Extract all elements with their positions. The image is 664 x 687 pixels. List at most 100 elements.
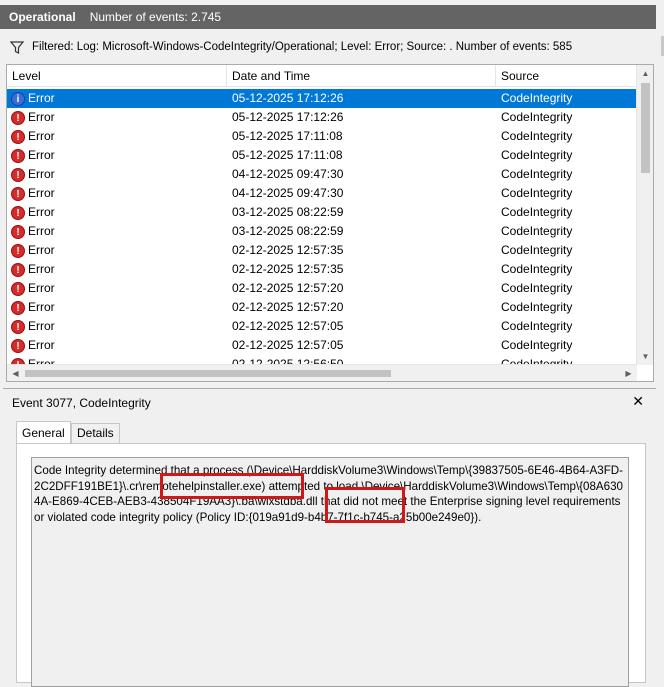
scroll-down-icon[interactable]: ▼ [637, 348, 653, 365]
annotation-box-wixstdba [325, 487, 405, 523]
level-text: Error [28, 262, 55, 276]
level-text: Error [28, 91, 55, 105]
event-rows: i Error 05-12-2025 17:12:26 CodeIntegrity! E… [7, 89, 637, 365]
column-header-level[interactable]: Level [7, 65, 227, 87]
horizontal-scrollbar[interactable]: ◀ ▶ [7, 364, 637, 381]
error-icon: ! [11, 110, 25, 125]
log-title: Operational [9, 10, 76, 24]
date-cell: 03-12-2025 08:22:59 [232, 224, 344, 238]
source-cell: CodeIntegrity [501, 243, 573, 257]
date-cell: 05-12-2025 17:11:08 [232, 148, 343, 162]
date-cell: 05-12-2025 17:11:08 [232, 129, 343, 143]
source-cell: CodeIntegrity [501, 262, 573, 276]
level-text: Error [28, 281, 55, 295]
level-cell: ! Error [11, 184, 55, 203]
source-cell: CodeIntegrity [501, 319, 573, 333]
vertical-scrollbar[interactable]: ▲ ▼ [636, 65, 653, 365]
table-row[interactable]: ! Error 04-12-2025 09:47:30 CodeIntegrity [7, 165, 637, 184]
level-cell: ! Error [11, 241, 55, 260]
log-header-bar: Operational Number of events: 2.745 [0, 5, 656, 29]
column-header-source[interactable]: Source [496, 65, 635, 87]
info-icon: i [11, 91, 25, 106]
source-cell: CodeIntegrity [501, 205, 573, 219]
error-icon: ! [11, 129, 25, 144]
level-cell: ! Error [11, 127, 55, 146]
error-icon: ! [11, 167, 25, 182]
source-cell: CodeIntegrity [501, 110, 573, 124]
table-row[interactable]: ! Error 02-12-2025 12:57:35 CodeIntegrity [7, 260, 637, 279]
filter-icon [10, 40, 24, 54]
scroll-up-icon[interactable]: ▲ [637, 65, 653, 82]
level-text: Error [28, 243, 55, 257]
level-cell: ! Error [11, 146, 55, 165]
level-text: Error [28, 186, 55, 200]
table-row[interactable]: ! Error 02-12-2025 12:57:05 CodeIntegrity [7, 317, 637, 336]
date-cell: 02-12-2025 12:57:20 [232, 281, 344, 295]
table-row[interactable]: ! Error 05-12-2025 17:11:08 CodeIntegrity [7, 127, 637, 146]
table-row[interactable]: ! Error 03-12-2025 08:22:59 CodeIntegrity [7, 222, 637, 241]
error-icon: ! [11, 148, 25, 163]
event-count: Number of events: 2.745 [89, 10, 222, 24]
level-text: Error [28, 338, 55, 352]
close-icon[interactable]: ✕ [632, 393, 644, 410]
source-cell: CodeIntegrity [501, 300, 573, 314]
date-cell: 04-12-2025 09:47:30 [232, 186, 344, 200]
level-cell: ! Error [11, 260, 55, 279]
source-cell: CodeIntegrity [501, 338, 573, 352]
level-text: Error [28, 224, 55, 238]
source-cell: CodeIntegrity [501, 281, 573, 295]
table-row[interactable]: ! Error 05-12-2025 17:11:08 CodeIntegrity [7, 146, 637, 165]
level-text: Error [28, 148, 55, 162]
level-text: Error [28, 129, 55, 143]
list-header: Level Date and Time Source [7, 65, 635, 87]
error-icon: ! [11, 319, 25, 334]
level-cell: ! Error [11, 317, 55, 336]
level-cell: ! Error [11, 203, 55, 222]
table-row[interactable]: ! Error 02-12-2025 12:57:20 CodeIntegrity [7, 298, 637, 317]
table-row[interactable]: ! Error 02-12-2025 12:57:35 CodeIntegrity [7, 241, 637, 260]
source-cell: CodeIntegrity [501, 148, 573, 162]
error-icon: ! [11, 186, 25, 201]
error-icon: ! [11, 338, 25, 353]
error-icon: ! [11, 300, 25, 315]
scroll-right-icon[interactable]: ▶ [620, 365, 637, 381]
filter-bar: Filtered: Log: Microsoft-Windows-CodeInt… [0, 36, 664, 58]
error-icon: ! [11, 262, 25, 277]
annotation-box-remotehelpinstaller [160, 473, 304, 499]
level-cell: ! Error [11, 298, 55, 317]
vertical-scroll-thumb[interactable] [641, 83, 650, 173]
level-text: Error [28, 300, 55, 314]
table-row[interactable]: ! Error 04-12-2025 09:47:30 CodeIntegrity [7, 184, 637, 203]
date-cell: 02-12-2025 12:57:35 [232, 262, 344, 276]
tab-details[interactable]: Details [71, 423, 120, 444]
filter-text: Filtered: Log: Microsoft-Windows-CodeInt… [32, 41, 573, 53]
source-cell: CodeIntegrity [501, 91, 573, 105]
tab-body: Code Integrity determined that a process… [16, 443, 646, 687]
level-cell: ! Error [11, 222, 55, 241]
date-cell: 02-12-2025 12:57:05 [232, 319, 344, 333]
date-cell: 04-12-2025 09:47:30 [232, 167, 344, 181]
level-cell: ! Error [11, 108, 55, 127]
event-list[interactable]: Level Date and Time Source i Error 05-12-2… [6, 64, 654, 382]
source-cell: CodeIntegrity [501, 129, 573, 143]
detail-title: Event 3077, CodeIntegrity [12, 396, 151, 410]
tab-general[interactable]: General [16, 421, 71, 444]
event-detail-panel: Event 3077, CodeIntegrity ✕ General Deta… [3, 388, 656, 687]
date-cell: 02-12-2025 12:57:05 [232, 338, 344, 352]
scroll-left-icon[interactable]: ◀ [7, 365, 24, 381]
table-row[interactable]: ! Error 05-12-2025 17:12:26 CodeIntegrity [7, 108, 637, 127]
table-row[interactable]: ! Error 02-12-2025 12:57:05 CodeIntegrity [7, 336, 637, 355]
level-cell: i Error [11, 89, 55, 108]
column-header-date[interactable]: Date and Time [227, 65, 496, 87]
level-text: Error [28, 167, 55, 181]
horizontal-scroll-thumb[interactable] [25, 370, 391, 377]
date-cell: 02-12-2025 12:57:35 [232, 243, 344, 257]
source-cell: CodeIntegrity [501, 186, 573, 200]
source-cell: CodeIntegrity [501, 224, 573, 238]
table-row[interactable]: i Error 05-12-2025 17:12:26 CodeIntegrity [7, 89, 637, 108]
date-cell: 05-12-2025 17:12:26 [232, 91, 344, 105]
table-row[interactable]: ! Error 03-12-2025 08:22:59 CodeIntegrity [7, 203, 637, 222]
level-text: Error [28, 205, 55, 219]
level-cell: ! Error [11, 336, 55, 355]
table-row[interactable]: ! Error 02-12-2025 12:57:20 CodeIntegrity [7, 279, 637, 298]
